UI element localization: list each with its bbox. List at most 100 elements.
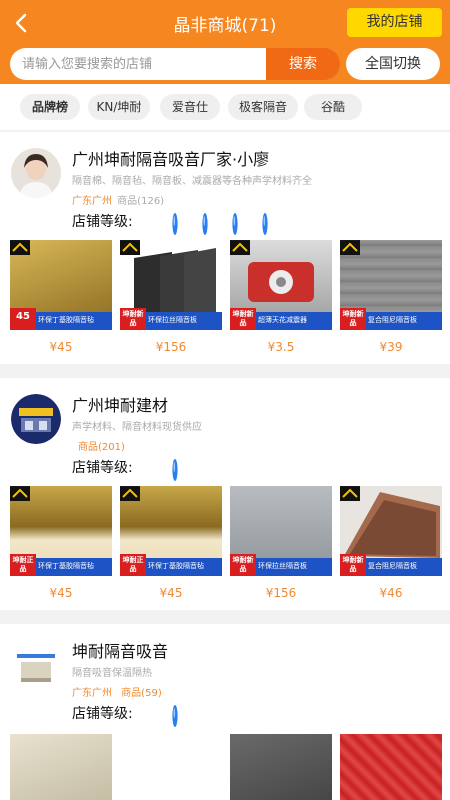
product-label-strip: 坤耐新品 复合阻尼隔音板 — [340, 554, 442, 576]
product-item[interactable]: 45 环保丁基胶隔音毡 ¥45 — [10, 240, 112, 354]
shop-location: 广东广州 — [72, 688, 112, 699]
product-label: 环保丁基胶隔音毡 — [38, 316, 94, 324]
shop-name[interactable]: 广州坤耐建材 — [72, 392, 168, 416]
product-item[interactable]: 坤耐新品 复合阻尼隔音板 ¥39 — [340, 240, 442, 354]
search-box — [10, 48, 266, 80]
product-price-tag: 45 — [10, 308, 36, 330]
product-price: ¥3.5 — [267, 340, 295, 354]
shop-description: 声学材料、隔音材料现货供应 — [72, 422, 202, 433]
shop-goods-count: 商品(126) — [117, 196, 165, 207]
product-price: ¥45 — [159, 586, 183, 600]
product-label-strip: 坤耐正品 环保丁基胶隔音毡 — [120, 554, 222, 576]
shop-goods-count: 商品(201) — [78, 442, 125, 453]
level-diamond-icon — [172, 458, 178, 482]
level-diamond-icon — [172, 212, 178, 236]
product-price: ¥156 — [265, 586, 297, 600]
shop-level-label: 店铺等级: — [72, 460, 133, 476]
tag-aiyinshi[interactable]: 爱音仕 — [160, 94, 220, 120]
brand-badge-icon — [230, 240, 250, 255]
brand-badge-icon — [340, 240, 360, 255]
product-tag: 坤耐新品 — [340, 308, 366, 330]
product-price: ¥39 — [379, 340, 403, 354]
shop-goods-count: 商品(59) — [121, 688, 162, 699]
product-item[interactable]: 坤耐新品 环保拉丝隔音板 ¥156 — [230, 486, 332, 600]
shop-card[interactable]: 广州坤耐建材 声学材料、隔音材料现货供应 商品(201) 店铺等级: 坤耐正品 … — [0, 378, 450, 610]
shop-name[interactable]: 广州坤耐隔音吸音厂家·小廖 — [72, 146, 269, 170]
product-label-strip: 45 环保丁基胶隔音毡 — [10, 308, 112, 330]
product-tag: 坤耐新品 — [230, 554, 256, 576]
product-image: 坤耐新品 环保拉丝隔音板 — [120, 240, 222, 330]
product-label: 超薄天花减震器 — [258, 316, 307, 324]
product-item[interactable]: 坤耐正品 环保丁基胶隔音毡 ¥45 — [10, 486, 112, 600]
shop-level-label: 店铺等级: — [72, 214, 133, 230]
product-label: 复合阻尼隔音板 — [368, 562, 417, 570]
product-image: 坤耐新品 超薄天花减震器 — [230, 240, 332, 330]
shop-avatar — [11, 640, 61, 690]
product-label: 环保拉丝隔音板 — [258, 562, 307, 570]
product-image: 坤耐新品 复合阻尼隔音板 — [340, 486, 442, 576]
product-tag: 坤耐新品 — [120, 308, 146, 330]
product-tag: 坤耐新品 — [340, 554, 366, 576]
shop-description: 隔音吸音保温隔热 — [72, 668, 152, 679]
brand-badge-icon — [120, 486, 140, 501]
product-price: ¥45 — [49, 340, 73, 354]
level-diamond-icon — [172, 704, 178, 728]
shop-location: 广东广州 — [72, 196, 112, 207]
brand-badge-icon — [10, 240, 30, 255]
shop-name[interactable]: 坤耐隔音吸音 — [72, 638, 168, 662]
tag-guku[interactable]: 谷酷 — [304, 94, 362, 120]
category-tags: 品牌榜 KN/坤耐 爱音仕 极客隔音 谷酷 — [0, 84, 450, 130]
product-label-strip: 坤耐新品 环保拉丝隔音板 — [120, 308, 222, 330]
search-bar: 搜索 全国切换 — [0, 46, 450, 84]
product-label-strip: 坤耐新品 超薄天花减震器 — [230, 308, 332, 330]
shop-meta: 广东广州 商品(126) — [72, 192, 164, 207]
tag-kn-kunnai[interactable]: KN/坤耐 — [88, 94, 150, 120]
product-price: ¥46 — [379, 586, 403, 600]
tag-jike-soundproof[interactable]: 极客隔音 — [228, 94, 298, 120]
product-label: 环保拉丝隔音板 — [148, 316, 197, 324]
shop-meta: 商品(201) — [72, 438, 125, 453]
product-item[interactable] — [10, 734, 112, 800]
shop-avatar — [11, 394, 61, 444]
brand-badge-icon — [120, 240, 140, 255]
tag-brand-rank[interactable]: 品牌榜 — [20, 94, 80, 120]
shop-card[interactable]: 广州坤耐隔音吸音厂家·小廖 隔音棉、隔音毡、隔音板、减震器等各种声学材料齐全 广… — [0, 132, 450, 364]
product-item[interactable] — [230, 734, 332, 800]
shop-card[interactable]: 坤耐隔音吸音 隔音吸音保温隔热 广东广州 商品(59) 店铺等级: — [0, 624, 450, 800]
product-tag: 坤耐新品 — [230, 308, 256, 330]
product-image — [10, 734, 112, 800]
product-item[interactable]: 坤耐新品 复合阻尼隔音板 ¥46 — [340, 486, 442, 600]
brand-badge-icon — [340, 486, 360, 501]
product-label-strip: 坤耐正品 环保丁基胶隔音毡 — [10, 554, 112, 576]
product-image — [230, 734, 332, 800]
search-input[interactable] — [10, 48, 250, 80]
product-image: 坤耐新品 环保拉丝隔音板 — [230, 486, 332, 576]
product-image: 坤耐正品 环保丁基胶隔音毡 — [10, 486, 112, 576]
shop-meta: 广东广州 商品(59) — [72, 684, 162, 699]
product-label: 环保丁基胶隔音毡 — [148, 562, 204, 570]
region-switch-button[interactable]: 全国切换 — [346, 48, 440, 80]
level-diamond-icon — [202, 212, 208, 236]
product-label: 环保丁基胶隔音毡 — [38, 562, 94, 570]
product-label-strip: 坤耐新品 环保拉丝隔音板 — [230, 554, 332, 576]
search-button[interactable]: 搜索 — [266, 48, 340, 80]
shop-description: 隔音棉、隔音毡、隔音板、减震器等各种声学材料齐全 — [72, 176, 312, 187]
product-item[interactable] — [340, 734, 442, 800]
product-price: ¥156 — [155, 340, 187, 354]
shop-avatar — [11, 148, 61, 198]
level-diamond-icon — [232, 212, 238, 236]
product-image — [340, 734, 442, 800]
product-tag: 坤耐正品 — [120, 554, 146, 576]
product-image: 坤耐新品 复合阻尼隔音板 — [340, 240, 442, 330]
product-item[interactable]: 坤耐正品 环保丁基胶隔音毡 ¥45 — [120, 486, 222, 600]
product-image: 坤耐正品 环保丁基胶隔音毡 — [120, 486, 222, 576]
product-item[interactable]: 坤耐新品 超薄天花减震器 ¥3.5 — [230, 240, 332, 354]
product-price: ¥45 — [49, 586, 73, 600]
level-diamond-icon — [262, 212, 268, 236]
product-item[interactable]: 坤耐新品 环保拉丝隔音板 ¥156 — [120, 240, 222, 354]
top-bar: 晶非商城(71) 我的店铺 — [0, 0, 450, 46]
product-label: 复合阻尼隔音板 — [368, 316, 417, 324]
shop-level-label: 店铺等级: — [72, 706, 133, 722]
my-store-button[interactable]: 我的店铺 — [347, 8, 442, 37]
product-label-strip: 坤耐新品 复合阻尼隔音板 — [340, 308, 442, 330]
